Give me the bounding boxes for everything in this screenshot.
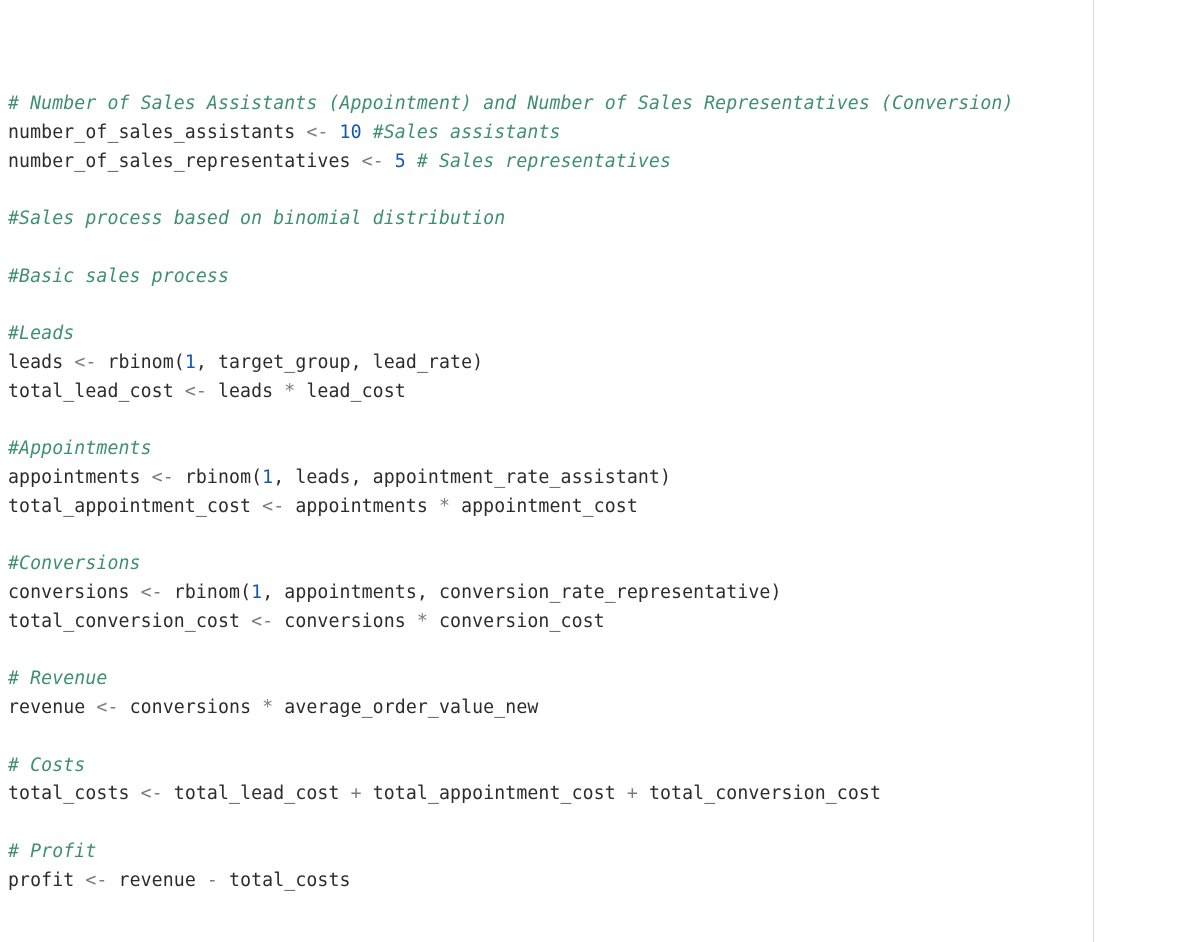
code-line: # Revenue [8, 665, 1182, 694]
code-token-id: revenue [8, 697, 96, 718]
code-token-id: rbinom( [163, 582, 251, 603]
code-line: profit <- revenue - total_costs [8, 867, 1182, 896]
code-token-op: <- [306, 122, 328, 143]
code-token-id: total_conversion_cost [638, 783, 881, 804]
code-token-id: leads [8, 352, 74, 373]
code-token-id: leads [207, 381, 284, 402]
code-token-cm: #Basic sales process [8, 266, 229, 287]
code-token-id: rbinom( [174, 467, 262, 488]
code-token-id: total_costs [218, 870, 351, 891]
code-line [8, 407, 1182, 436]
code-token-id: total_appointment_cost [8, 496, 262, 517]
code-token-cm: # Number of Sales Assistants (Appointmen… [8, 93, 1014, 114]
code-token-op: <- [141, 582, 163, 603]
margin-rule [1093, 0, 1094, 942]
code-token-id: appointments [284, 496, 439, 517]
code-token-id: revenue [107, 870, 206, 891]
code-token-id: , appointments, conversion_rate_represen… [262, 582, 781, 603]
code-token-id: appointment_cost [450, 496, 638, 517]
code-block: # Number of Sales Assistants (Appointmen… [0, 0, 1190, 942]
code-line [8, 637, 1182, 666]
code-token-id: conversions [119, 697, 263, 718]
code-line [8, 292, 1182, 321]
code-token-op: * [262, 697, 273, 718]
code-line: #Sales process based on binomial distrib… [8, 205, 1182, 234]
code-token-id: total_conversion_cost [8, 611, 251, 632]
code-token-id: total_costs [8, 783, 141, 804]
code-line: number_of_sales_representatives <- 5 # S… [8, 148, 1182, 177]
code-token-op: + [627, 783, 638, 804]
code-token-cm: #Sales assistants [373, 122, 561, 143]
code-token-op: <- [96, 697, 118, 718]
code-token-id: lead_cost [295, 381, 406, 402]
code-line: total_conversion_cost <- conversions * c… [8, 608, 1182, 637]
code-lines: # Number of Sales Assistants (Appointmen… [8, 90, 1182, 895]
code-token-op: <- [262, 496, 284, 517]
code-line: leads <- rbinom(1, target_group, lead_ra… [8, 349, 1182, 378]
code-token-id: conversions [273, 611, 417, 632]
code-token-op: <- [185, 381, 207, 402]
code-token-op: <- [362, 151, 384, 172]
code-token-id: number_of_sales_assistants [8, 122, 306, 143]
code-token-cm: #Leads [8, 323, 74, 344]
code-token-id [362, 122, 373, 143]
code-token-op: <- [141, 783, 163, 804]
code-line: # Profit [8, 838, 1182, 867]
code-token-cm: #Appointments [8, 438, 152, 459]
code-token-num: 10 [340, 122, 362, 143]
code-token-id: profit [8, 870, 85, 891]
code-token-op: - [207, 870, 218, 891]
code-line [8, 234, 1182, 263]
code-line: total_appointment_cost <- appointments *… [8, 493, 1182, 522]
code-token-cm: #Sales process based on binomial distrib… [8, 208, 505, 229]
code-line: total_lead_cost <- leads * lead_cost [8, 378, 1182, 407]
code-token-id: average_order_value_new [273, 697, 538, 718]
code-token-id: , target_group, lead_rate) [196, 352, 483, 373]
code-line [8, 809, 1182, 838]
code-token-id: number_of_sales_representatives [8, 151, 362, 172]
code-token-id: , leads, appointment_rate_assistant) [273, 467, 671, 488]
code-line: #Basic sales process [8, 263, 1182, 292]
code-token-num: 1 [185, 352, 196, 373]
code-token-cm: # Costs [8, 755, 85, 776]
code-token-id: conversion_cost [428, 611, 605, 632]
code-line: revenue <- conversions * average_order_v… [8, 694, 1182, 723]
code-line [8, 723, 1182, 752]
code-token-op: <- [251, 611, 273, 632]
code-line [8, 522, 1182, 551]
code-line [8, 177, 1182, 206]
code-line: total_costs <- total_lead_cost + total_a… [8, 780, 1182, 809]
code-token-op: <- [74, 352, 96, 373]
code-token-id [384, 151, 395, 172]
code-token-id: total_lead_cost [8, 381, 185, 402]
code-line: conversions <- rbinom(1, appointments, c… [8, 579, 1182, 608]
code-token-op: <- [85, 870, 107, 891]
code-token-num: 1 [251, 582, 262, 603]
code-token-op: * [284, 381, 295, 402]
code-token-op: * [417, 611, 428, 632]
code-token-op: <- [152, 467, 174, 488]
code-token-cm: # Revenue [8, 668, 107, 689]
code-line: #Conversions [8, 550, 1182, 579]
code-line: appointments <- rbinom(1, leads, appoint… [8, 464, 1182, 493]
code-token-id: conversions [8, 582, 141, 603]
code-token-cm: #Conversions [8, 553, 141, 574]
code-token-cm: # Sales representatives [417, 151, 671, 172]
code-line: number_of_sales_assistants <- 10 #Sales … [8, 119, 1182, 148]
code-line: #Leads [8, 320, 1182, 349]
code-token-id: total_lead_cost [163, 783, 351, 804]
code-token-id: appointments [8, 467, 152, 488]
code-line: # Costs [8, 752, 1182, 781]
code-token-num: 5 [395, 151, 406, 172]
code-token-id: total_appointment_cost [362, 783, 627, 804]
code-token-id: rbinom( [96, 352, 184, 373]
code-line: # Number of Sales Assistants (Appointmen… [8, 90, 1182, 119]
code-token-id [328, 122, 339, 143]
code-token-id [406, 151, 417, 172]
code-token-cm: # Profit [8, 841, 96, 862]
code-token-num: 1 [262, 467, 273, 488]
code-line: #Appointments [8, 435, 1182, 464]
code-token-op: * [439, 496, 450, 517]
code-token-op: + [351, 783, 362, 804]
